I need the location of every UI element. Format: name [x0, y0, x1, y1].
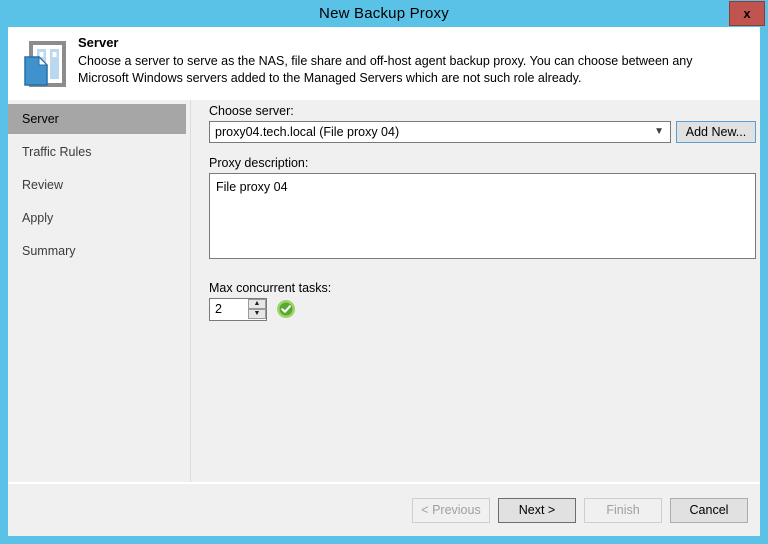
- proxy-description-textarea[interactable]: File proxy 04: [209, 173, 756, 259]
- max-concurrent-tasks-stepper[interactable]: 2 ▲ ▼: [209, 298, 267, 321]
- next-button[interactable]: Next >: [498, 498, 576, 523]
- chevron-up-icon[interactable]: ▲: [248, 299, 266, 309]
- dialog-window: New Backup Proxy x Server Choose a serve…: [0, 0, 768, 544]
- content-pane: Choose server: proxy04.tech.local (File …: [191, 100, 760, 482]
- dialog-body: Server Traffic Rules Review Apply Summar…: [8, 100, 760, 536]
- sidebar-item-apply[interactable]: Apply: [8, 203, 186, 233]
- dialog-footer: < Previous Next > Finish Cancel: [8, 484, 760, 536]
- sidebar-item-server[interactable]: Server: [8, 104, 186, 134]
- sidebar-item-traffic-rules[interactable]: Traffic Rules: [8, 137, 186, 167]
- chevron-down-icon[interactable]: ▼: [248, 309, 266, 319]
- window-title: New Backup Proxy: [319, 5, 449, 22]
- server-proxy-icon: [20, 38, 72, 90]
- finish-button[interactable]: Finish: [584, 498, 662, 523]
- page-description: Choose a server to serve as the NAS, fil…: [78, 54, 693, 85]
- cancel-button[interactable]: Cancel: [670, 498, 748, 523]
- page-title: Server: [78, 35, 119, 50]
- choose-server-select[interactable]: proxy04.tech.local (File proxy 04) ▼: [209, 121, 671, 143]
- close-button[interactable]: x: [729, 1, 765, 26]
- proxy-description-label: Proxy description:: [209, 156, 309, 170]
- add-new-button[interactable]: Add New...: [676, 121, 756, 143]
- chevron-down-icon: ▼: [654, 126, 664, 137]
- previous-button[interactable]: < Previous: [412, 498, 490, 523]
- choose-server-value: proxy04.tech.local (File proxy 04): [215, 125, 400, 139]
- stepper-buttons: ▲ ▼: [248, 299, 266, 320]
- max-concurrent-tasks-label: Max concurrent tasks:: [209, 281, 332, 295]
- choose-server-label: Choose server:: [209, 104, 294, 118]
- title-bar: New Backup Proxy x: [0, 0, 768, 27]
- sidebar-item-review[interactable]: Review: [8, 170, 186, 200]
- sidebar-item-summary[interactable]: Summary: [8, 236, 186, 266]
- wizard-sidebar: Server Traffic Rules Review Apply Summar…: [8, 100, 190, 482]
- dialog-header: Server Choose a server to serve as the N…: [8, 27, 760, 100]
- success-check-icon: [276, 299, 296, 319]
